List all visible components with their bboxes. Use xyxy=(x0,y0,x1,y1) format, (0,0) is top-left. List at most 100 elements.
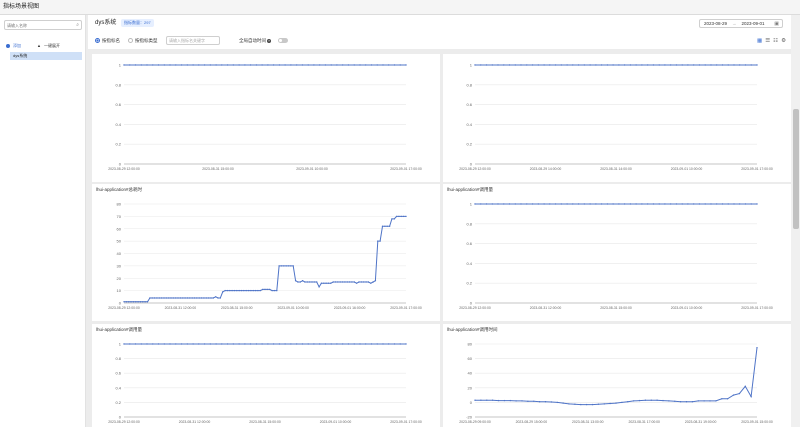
data-point xyxy=(330,282,332,284)
global-time-switch[interactable] xyxy=(278,38,288,43)
y-tick-label: 1 xyxy=(470,63,473,68)
data-point xyxy=(353,281,355,283)
help-icon[interactable]: ? xyxy=(267,38,271,43)
x-tick-label: 2023-09-01 17:00:00 xyxy=(741,306,773,310)
data-point xyxy=(244,64,246,66)
data-point xyxy=(514,64,516,66)
compact-view-icon[interactable]: ☷ xyxy=(773,38,778,44)
data-point xyxy=(226,343,229,345)
data-point xyxy=(219,297,221,299)
data-point xyxy=(266,288,268,291)
caret-up-icon[interactable]: ▲ xyxy=(37,43,41,48)
data-point xyxy=(250,289,252,292)
data-point xyxy=(284,343,286,345)
add-icon[interactable] xyxy=(6,43,10,48)
data-point xyxy=(621,401,623,404)
x-tick-label: 2023-09-01 17:00:00 xyxy=(390,420,422,424)
data-point xyxy=(192,343,194,345)
data-point xyxy=(376,64,378,66)
search-icon[interactable]: ⌕ xyxy=(76,22,79,28)
x-tick-label: 2023-08-29 12:00:00 xyxy=(108,420,140,424)
data-point xyxy=(217,297,219,299)
radio-unchecked-icon[interactable] xyxy=(128,38,133,44)
scrollbar-thumb[interactable] xyxy=(793,109,799,229)
data-point xyxy=(399,343,401,345)
data-point xyxy=(210,297,212,299)
data-point xyxy=(623,203,626,205)
data-point xyxy=(566,64,568,66)
y-tick-label: 0 xyxy=(119,162,122,167)
y-tick-label: -20 xyxy=(466,415,473,420)
data-point xyxy=(209,64,211,66)
data-point xyxy=(658,64,660,66)
data-point xyxy=(739,203,741,205)
data-point xyxy=(123,301,125,303)
chart-svg: 0 0.2 0.4 0.6 0.8 1 2023-08-29 12:00:00 2023-08… xyxy=(108,63,422,172)
data-point xyxy=(169,343,171,345)
data-point xyxy=(721,203,724,205)
data-point xyxy=(184,297,186,299)
data-point xyxy=(140,343,142,345)
y-tick-label: 1 xyxy=(470,202,473,207)
x-tick-label: 2023-09-01 17:00:00 xyxy=(390,167,422,171)
y-tick-label: 60 xyxy=(468,356,473,361)
tree-item-system[interactable]: dys系统 xyxy=(10,52,82,60)
data-point xyxy=(508,64,511,66)
data-point xyxy=(595,203,597,205)
data-point xyxy=(334,281,337,283)
y-tick-label: 0.2 xyxy=(466,281,472,286)
data-point xyxy=(160,297,163,299)
chart-panel-4: lhui-application#调用量 0 0.2 0.4 0.6 0.8 1 2023-… xyxy=(443,184,791,321)
data-point xyxy=(393,343,396,345)
add-button[interactable]: 添加 xyxy=(13,43,21,48)
data-point xyxy=(658,203,660,205)
data-point xyxy=(324,64,327,66)
data-point xyxy=(515,400,517,402)
data-point xyxy=(574,403,576,405)
data-point xyxy=(163,343,165,345)
data-point xyxy=(123,64,125,66)
data-point xyxy=(577,64,580,66)
data-point xyxy=(294,280,297,282)
data-point xyxy=(644,399,647,401)
sidebar-search-input[interactable] xyxy=(7,21,71,29)
data-point xyxy=(175,343,177,345)
y-tick-label: 0 xyxy=(470,400,473,405)
y-tick-label: 0.4 xyxy=(466,261,472,266)
y-tick-label: 0.2 xyxy=(115,400,121,405)
data-point xyxy=(336,343,338,345)
data-point xyxy=(292,265,294,267)
settings-gear-icon[interactable]: ⚙ xyxy=(781,38,786,44)
radio-checked-icon[interactable] xyxy=(95,38,100,44)
data-point xyxy=(198,297,200,299)
data-point xyxy=(175,64,177,66)
list-view-icon[interactable]: ☰ xyxy=(765,38,770,44)
sidebar-search-box[interactable]: ⌕ xyxy=(4,20,82,30)
data-point xyxy=(508,203,511,205)
data-point xyxy=(238,289,240,292)
calendar-icon[interactable]: ▣ xyxy=(774,20,779,28)
y-tick-label: 0.2 xyxy=(466,142,472,147)
data-point xyxy=(374,280,377,282)
data-point xyxy=(175,297,177,299)
data-point xyxy=(180,343,183,345)
mode-metric-option[interactable]: 按指标名 xyxy=(95,37,120,45)
data-point xyxy=(186,343,188,345)
vertical-scrollbar[interactable] xyxy=(791,15,800,427)
data-point xyxy=(196,297,198,299)
data-point xyxy=(316,281,318,283)
data-point xyxy=(152,343,154,345)
date-start[interactable]: 2023-08-29 xyxy=(704,21,727,26)
metric-filter-input[interactable]: 请输入指标名关键字 xyxy=(166,36,220,45)
data-point xyxy=(721,64,724,66)
data-point xyxy=(125,301,128,303)
data-point xyxy=(750,203,752,205)
date-end[interactable]: 2023-09-01 xyxy=(742,21,765,26)
grid-view-icon[interactable]: ▦ xyxy=(757,38,762,44)
mode-scene-option[interactable]: 按指标类型 xyxy=(128,37,158,45)
date-range-picker[interactable]: 2023-08-29 → 2023-09-01 ▣ xyxy=(699,19,783,28)
y-tick-label: 0 xyxy=(119,415,122,420)
expand-all-button[interactable]: 一键展开 xyxy=(44,43,60,48)
data-point xyxy=(307,343,309,345)
data-point xyxy=(339,281,341,283)
